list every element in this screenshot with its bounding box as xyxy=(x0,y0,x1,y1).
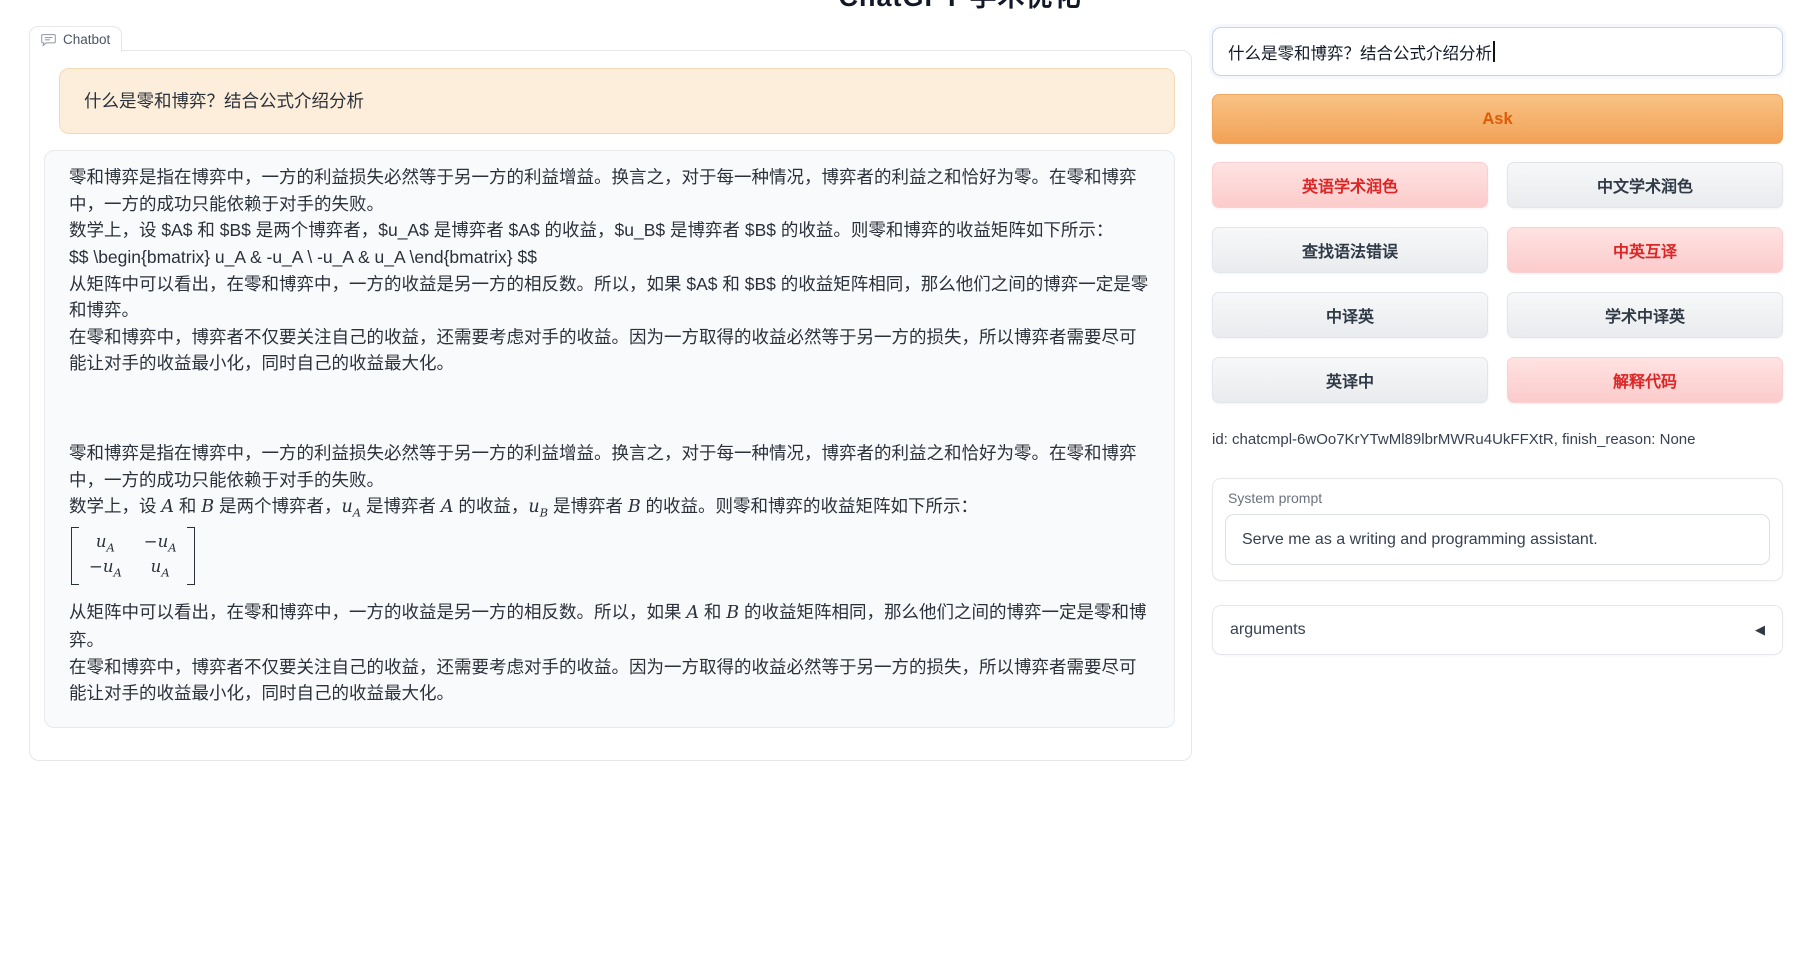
function-button[interactable]: 解释代码 xyxy=(1507,357,1783,403)
message-line: 在零和博弈中，博弈者不仅要关注自己的收益，还需要考虑对手的收益。因为一方取得的收… xyxy=(69,654,1150,707)
matrix-cell: −uA xyxy=(89,556,122,581)
math-token: A xyxy=(161,497,174,517)
message-spacer xyxy=(69,377,1150,440)
function-button[interactable]: 中译英 xyxy=(1212,292,1488,338)
system-prompt-value: Serve me as a writing and programming as… xyxy=(1242,531,1598,549)
matrix-cell: −uA xyxy=(144,531,177,556)
function-button[interactable]: 英译中 xyxy=(1212,357,1488,403)
function-button[interactable]: 英语学术润色 xyxy=(1212,162,1488,208)
control-column: 什么是零和博弈？结合公式介绍分析 Ask 英语学术润色中文学术润色查找语法错误中… xyxy=(1212,27,1783,655)
app-canvas: ChatGPT 学术优化 Chatbot 什么是零和博弈？结合公式介绍分析 零和… xyxy=(0,0,1814,961)
arguments-accordion-label: arguments xyxy=(1230,621,1306,639)
message-line: 在零和博弈中，博弈者不仅要关注自己的收益，还需要考虑对手的收益。因为一方取得的收… xyxy=(69,324,1150,377)
function-button[interactable]: 中英互译 xyxy=(1507,227,1783,273)
system-prompt-label: System prompt xyxy=(1225,490,1770,506)
function-button[interactable]: 学术中译英 xyxy=(1507,292,1783,338)
math-token: A xyxy=(441,497,454,517)
matrix-cells: uA −uA −uA uA xyxy=(79,527,187,585)
question-input-value: 什么是零和博弈？结合公式介绍分析 xyxy=(1228,40,1492,64)
math-token: uB xyxy=(528,497,548,517)
page-title-clipped: ChatGPT 学术优化 xyxy=(700,0,1220,11)
question-input[interactable]: 什么是零和博弈？结合公式介绍分析 xyxy=(1212,27,1783,76)
function-button-grid: 英语学术润色中文学术润色查找语法错误中英互译中译英学术中译英英译中解释代码 xyxy=(1212,162,1783,403)
message-line: $$ \begin{bmatrix} u_A & -u_A \ -u_A & u… xyxy=(69,244,1150,271)
math-token: uA xyxy=(96,532,115,551)
matrix-right-bracket xyxy=(187,527,195,585)
math-matrix: uA −uA −uA uA xyxy=(69,522,1150,599)
page-title: ChatGPT 学术优化 xyxy=(700,0,1220,11)
message-line: 从矩阵中可以看出，在零和博弈中，一方的收益是另一方的相反数。所以，如果 $A$ … xyxy=(69,271,1150,324)
accordion-collapse-icon[interactable]: ◀ xyxy=(1755,622,1765,638)
math-token: B xyxy=(628,497,641,517)
text-cursor xyxy=(1493,41,1495,62)
system-prompt-panel: System prompt Serve me as a writing and … xyxy=(1212,478,1783,581)
math-token: −uA xyxy=(89,557,122,576)
bot-message-text: 零和博弈是指在博弈中，一方的利益损失必然等于另一方的利益增益。换言之，对于每一种… xyxy=(69,164,1150,707)
message-line: 零和博弈是指在博弈中，一方的利益损失必然等于另一方的利益增益。换言之，对于每一种… xyxy=(69,164,1150,217)
matrix-left-bracket xyxy=(71,527,79,585)
ask-button[interactable]: Ask xyxy=(1212,94,1783,144)
user-message-text: 什么是零和博弈？结合公式介绍分析 xyxy=(84,91,364,111)
chatbot-label-text: Chatbot xyxy=(63,32,110,47)
message-line: 数学上，设 $A$ 和 $B$ 是两个博弈者，$u_A$ 是博弈者 $A$ 的收… xyxy=(69,217,1150,244)
bot-message: 零和博弈是指在博弈中，一方的利益损失必然等于另一方的利益增益。换言之，对于每一种… xyxy=(44,150,1175,728)
chat-bubble-icon xyxy=(41,33,56,47)
system-prompt-input[interactable]: Serve me as a writing and programming as… xyxy=(1225,514,1770,565)
chatbot-panel: 什么是零和博弈？结合公式介绍分析 零和博弈是指在博弈中，一方的利益损失必然等于另… xyxy=(29,50,1192,761)
message-line: 从矩阵中可以看出，在零和博弈中，一方的收益是另一方的相反数。所以，如果 A 和 … xyxy=(69,599,1150,653)
math-token: uA xyxy=(151,557,170,576)
status-line: id: chatcmpl-6wOo7KrYTwMl89lbrMWRu4UkFFX… xyxy=(1212,431,1783,448)
function-button[interactable]: 中文学术润色 xyxy=(1507,162,1783,208)
math-token: B xyxy=(726,603,739,623)
matrix-cell: uA xyxy=(144,556,177,581)
math-token: −uA xyxy=(144,532,177,551)
math-token: B xyxy=(201,497,214,517)
math-token: A xyxy=(686,603,699,623)
message-line: 零和博弈是指在博弈中，一方的利益损失必然等于另一方的利益增益。换言之，对于每一种… xyxy=(69,440,1150,493)
matrix-cell: uA xyxy=(89,531,122,556)
message-line: 数学上，设 A 和 B 是两个博弈者，uA 是博弈者 A 的收益，uB 是博弈者… xyxy=(69,493,1150,522)
math-token: uA xyxy=(342,497,362,517)
user-message: 什么是零和博弈？结合公式介绍分析 xyxy=(59,68,1175,134)
arguments-accordion[interactable]: arguments ◀ xyxy=(1212,605,1783,655)
function-button[interactable]: 查找语法错误 xyxy=(1212,227,1488,273)
chatbot-panel-label: Chatbot xyxy=(29,26,122,52)
